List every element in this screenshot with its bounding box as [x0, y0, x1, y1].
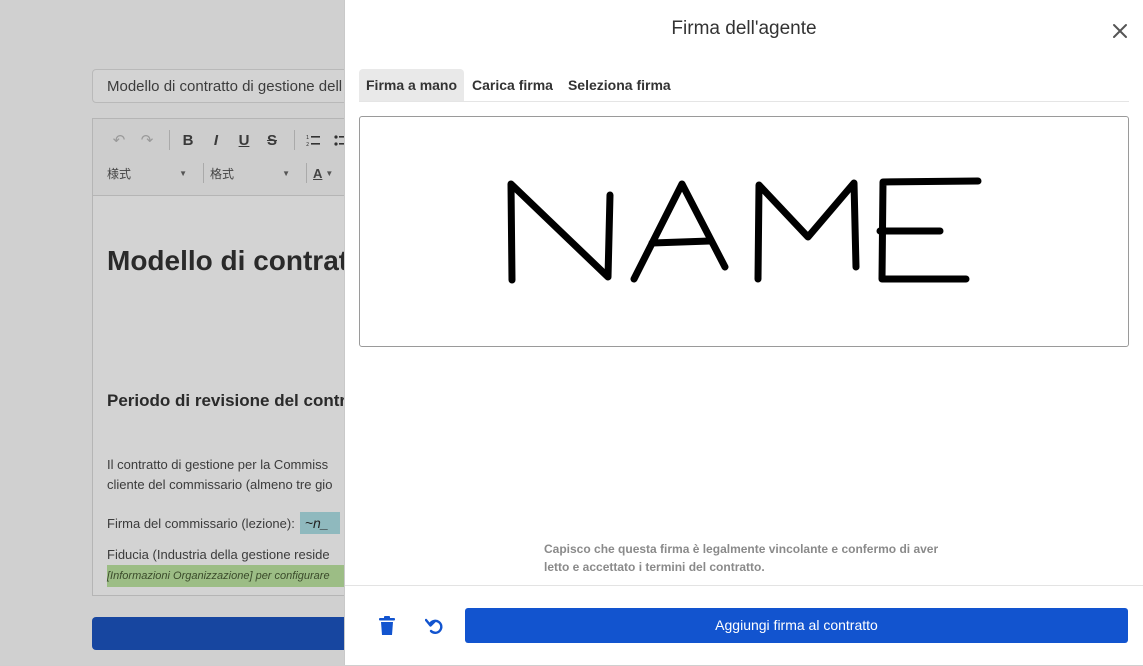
- modal-footer: Aggiungi firma al contratto: [345, 585, 1143, 666]
- close-icon[interactable]: [1109, 20, 1131, 42]
- svg-text:2: 2: [306, 142, 309, 147]
- text-color-button[interactable]: A: [313, 166, 322, 181]
- signature-modal: Firma dell'agente Firma a mano Carica fi…: [344, 0, 1143, 665]
- italic-button[interactable]: I: [204, 129, 228, 151]
- trust-line: Fiducia (Industria della gestione reside: [107, 547, 330, 562]
- paragraph-line-1: Il contratto di gestione per la Commiss: [107, 457, 329, 472]
- legal-notice: Capisco che questa firma è legalmente vi…: [544, 542, 939, 574]
- editor-heading: Modello di contratt: [107, 245, 358, 276]
- chevron-down-icon: ▼: [179, 168, 187, 178]
- redo-icon[interactable]: ↷: [135, 129, 159, 151]
- tab-draw-signature[interactable]: Firma a mano: [359, 69, 465, 101]
- paragraph-line-2: cliente del commissario (almeno tre gio: [107, 477, 333, 492]
- chevron-down-icon: ▼: [282, 168, 290, 178]
- format-select[interactable]: 格式 ▼: [210, 165, 290, 182]
- style-select-value: 様式: [107, 166, 132, 181]
- trash-icon[interactable]: [374, 613, 400, 639]
- undo-icon[interactable]: ↶: [107, 129, 131, 151]
- tab-upload-signature[interactable]: Carica firma: [465, 69, 560, 101]
- add-signature-button[interactable]: Aggiungi firma al contratto: [465, 608, 1128, 643]
- signature-tabs: Firma a mano Carica firma Seleziona firm…: [359, 69, 1129, 102]
- toolbar-divider: [203, 163, 204, 183]
- modal-title: Firma dell'agente: [671, 18, 817, 39]
- toolbar-divider: [294, 130, 295, 150]
- undo-icon[interactable]: [422, 613, 448, 639]
- editor-paragraph: Il contratto di gestione per la Commiss …: [107, 455, 332, 495]
- strikethrough-button[interactable]: S: [260, 129, 284, 151]
- chevron-down-icon: ▼: [325, 168, 334, 178]
- format-select-value: 格式: [210, 166, 235, 181]
- toolbar-divider: [306, 163, 307, 183]
- numbered-list-icon[interactable]: 12: [301, 129, 325, 151]
- signature-field-row: Firma del commissario (lezione): ~n_: [107, 512, 340, 534]
- tab-select-signature[interactable]: Seleziona firma: [561, 69, 678, 101]
- bold-button[interactable]: B: [176, 129, 200, 151]
- editor-subheading: Periodo di revisione del contr: [107, 391, 346, 410]
- underline-button[interactable]: U: [232, 129, 256, 151]
- svg-text:1: 1: [306, 135, 309, 141]
- signature-canvas[interactable]: [359, 116, 1129, 347]
- toolbar-divider: [169, 130, 170, 150]
- signature-field-label: Firma del commissario (lezione):: [107, 515, 295, 531]
- style-select[interactable]: 様式 ▼: [107, 165, 187, 182]
- drawn-signature: [507, 177, 982, 284]
- signature-placeholder-chip[interactable]: ~n_: [299, 512, 340, 534]
